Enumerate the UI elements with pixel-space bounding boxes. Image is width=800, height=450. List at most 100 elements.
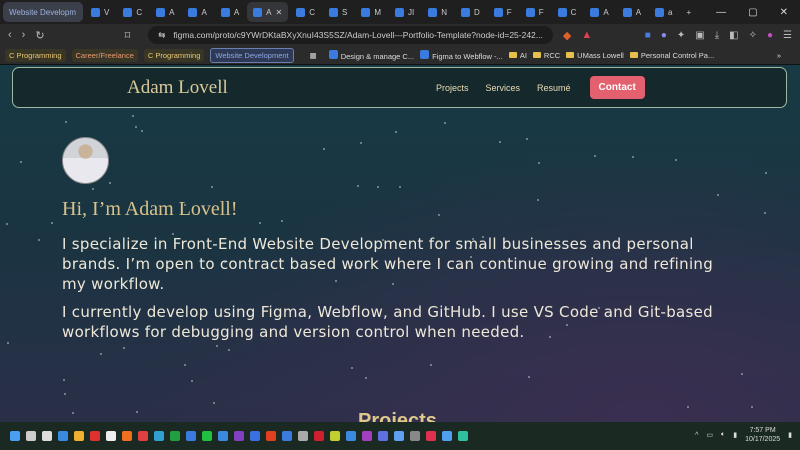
bookmark-item[interactable]: Figma to Webflow -... bbox=[420, 49, 503, 61]
browser-tab[interactable]: C bbox=[290, 2, 321, 22]
browser-tab[interactable]: F bbox=[488, 2, 518, 22]
taskbar-app-icon[interactable] bbox=[42, 431, 52, 441]
star-decoration bbox=[258, 222, 261, 225]
taskbar-app-icon[interactable] bbox=[442, 431, 452, 441]
taskbar-app-icon[interactable] bbox=[362, 431, 372, 441]
reload-icon[interactable]: ↻ bbox=[35, 29, 44, 42]
maximize-button[interactable]: ▢ bbox=[748, 7, 757, 18]
taskbar-app-icon[interactable] bbox=[426, 431, 436, 441]
download-icon[interactable]: ⤓ bbox=[715, 30, 719, 41]
browser-tab[interactable]: D bbox=[455, 2, 486, 22]
taskbar-app-icon[interactable] bbox=[218, 431, 228, 441]
tab-title: A bbox=[635, 7, 642, 17]
notification-icon[interactable]: ▮ bbox=[788, 431, 792, 439]
browser-tab[interactable]: Website Developm bbox=[3, 2, 83, 22]
apps-grid-icon[interactable]: ▦ bbox=[310, 51, 317, 60]
taskbar-app-icon[interactable] bbox=[458, 431, 468, 441]
taskbar-app-icon[interactable] bbox=[170, 431, 180, 441]
taskbar-app-icon[interactable] bbox=[10, 431, 20, 441]
taskbar-app-icon[interactable] bbox=[90, 431, 100, 441]
browser-tab[interactable]: M bbox=[355, 2, 387, 22]
sidebar-icon[interactable]: ◧ bbox=[729, 30, 738, 41]
taskbar-app-icon[interactable] bbox=[282, 431, 292, 441]
puzzle-icon[interactable]: ✦ bbox=[677, 30, 685, 41]
taskbar-app-icon[interactable] bbox=[346, 431, 356, 441]
address-bar[interactable]: ⇆ figma.com/proto/c9YWrDKtaBXyXnuI43S5SZ… bbox=[148, 26, 553, 44]
taskbar-app-icon[interactable] bbox=[250, 431, 260, 441]
contact-button[interactable]: Contact bbox=[589, 76, 645, 99]
tab-title: C bbox=[136, 7, 143, 17]
profile-icon[interactable]: ● bbox=[767, 30, 773, 41]
bookmark-item[interactable]: Career/Freelance bbox=[71, 48, 138, 62]
bookmark-item[interactable]: Design & manage C... bbox=[328, 49, 414, 61]
browser-tab[interactable]: A ✕ bbox=[247, 2, 289, 22]
nav-services[interactable]: Services bbox=[486, 83, 521, 93]
browser-tab[interactable]: C bbox=[117, 2, 148, 22]
taskbar-app-icon[interactable] bbox=[298, 431, 308, 441]
taskbar-app-icon[interactable] bbox=[154, 431, 164, 441]
bookmark-item[interactable]: AI bbox=[508, 51, 527, 60]
taskbar-app-icon[interactable] bbox=[26, 431, 36, 441]
taskbar-app-icon[interactable] bbox=[378, 431, 388, 441]
volume-icon[interactable]: 🔈︎ bbox=[721, 431, 725, 439]
clock[interactable]: 7:57 PM 10/17/2025 bbox=[745, 426, 780, 444]
browser-tab[interactable]: C bbox=[552, 2, 583, 22]
bookmark-item[interactable]: C Programming bbox=[5, 48, 66, 62]
brave-shield-icon[interactable]: ◆ bbox=[563, 29, 571, 42]
browser-tab[interactable]: JI bbox=[389, 2, 420, 22]
browser-tab[interactable]: S bbox=[323, 2, 353, 22]
browser-tab[interactable]: a bbox=[649, 2, 678, 22]
screenshot-icon[interactable]: ▣ bbox=[695, 30, 704, 41]
taskbar-app-icon[interactable] bbox=[202, 431, 212, 441]
browser-tab[interactable]: V bbox=[85, 2, 115, 22]
close-tab-icon[interactable]: ✕ bbox=[276, 8, 283, 17]
taskbar-app-icon[interactable] bbox=[122, 431, 132, 441]
taskbar-app-icon[interactable] bbox=[410, 431, 420, 441]
taskbar-app-icon[interactable] bbox=[58, 431, 68, 441]
nav-resume[interactable]: Resumé bbox=[537, 83, 571, 93]
browser-tab[interactable]: A bbox=[150, 2, 180, 22]
taskbar-app-icon[interactable] bbox=[266, 431, 276, 441]
leo-icon[interactable]: ✧ bbox=[749, 30, 757, 41]
battery-icon[interactable]: ▮ bbox=[733, 431, 737, 439]
browser-tab[interactable]: A bbox=[182, 2, 212, 22]
bookmark-icon[interactable]: ⌑ bbox=[125, 29, 131, 42]
taskbar-app-icon[interactable] bbox=[186, 431, 196, 441]
browser-tab[interactable]: A bbox=[584, 2, 614, 22]
taskbar-app-icon[interactable] bbox=[234, 431, 244, 441]
close-button[interactable]: ✕ bbox=[780, 7, 788, 18]
new-tab-button[interactable]: + bbox=[681, 2, 698, 22]
bookmark-item[interactable]: RCC bbox=[532, 51, 560, 60]
folder-icon bbox=[566, 51, 575, 58]
nav-projects[interactable]: Projects bbox=[436, 83, 469, 93]
bookmark-item[interactable]: Personal Control Pa... bbox=[629, 51, 714, 60]
forward-icon[interactable]: › bbox=[22, 29, 26, 41]
taskbar-app-icon[interactable] bbox=[330, 431, 340, 441]
brand-logo[interactable]: Adam Lovell bbox=[127, 77, 228, 99]
bookmark-item[interactable]: UMass Lowell bbox=[566, 51, 624, 60]
back-icon[interactable]: ‹ bbox=[8, 29, 12, 41]
taskbar-app-icon[interactable] bbox=[138, 431, 148, 441]
minimize-button[interactable]: — bbox=[716, 7, 726, 18]
browser-tab[interactable]: N bbox=[422, 2, 453, 22]
menu-icon[interactable]: ☰ bbox=[783, 30, 792, 41]
network-icon[interactable]: ▭ bbox=[706, 431, 713, 439]
browser-tab[interactable]: A bbox=[617, 2, 647, 22]
bookmark-item[interactable]: C Programming bbox=[143, 48, 205, 62]
browser-tab[interactable]: F bbox=[520, 2, 550, 22]
browser-tab[interactable]: A bbox=[215, 2, 245, 22]
taskbar-app-icon[interactable] bbox=[394, 431, 404, 441]
taskbar-app-icon[interactable] bbox=[106, 431, 116, 441]
taskbar-app-icon[interactable] bbox=[74, 431, 84, 441]
tab-favicon-icon bbox=[253, 7, 263, 17]
bookmark-favicon-icon bbox=[328, 49, 338, 59]
chevron-up-icon[interactable]: ^ bbox=[695, 432, 698, 439]
more-bookmarks-button[interactable]: » bbox=[777, 51, 795, 60]
brave-rewards-icon[interactable]: ▲ bbox=[581, 29, 592, 41]
discord-icon[interactable]: ● bbox=[661, 30, 667, 41]
site-settings-icon[interactable]: ⇆ bbox=[158, 30, 165, 41]
star-decoration bbox=[65, 121, 68, 124]
extension-icon[interactable]: ■ bbox=[645, 30, 651, 41]
bookmark-item[interactable]: Website Development bbox=[210, 47, 294, 63]
taskbar-app-icon[interactable] bbox=[314, 431, 324, 441]
